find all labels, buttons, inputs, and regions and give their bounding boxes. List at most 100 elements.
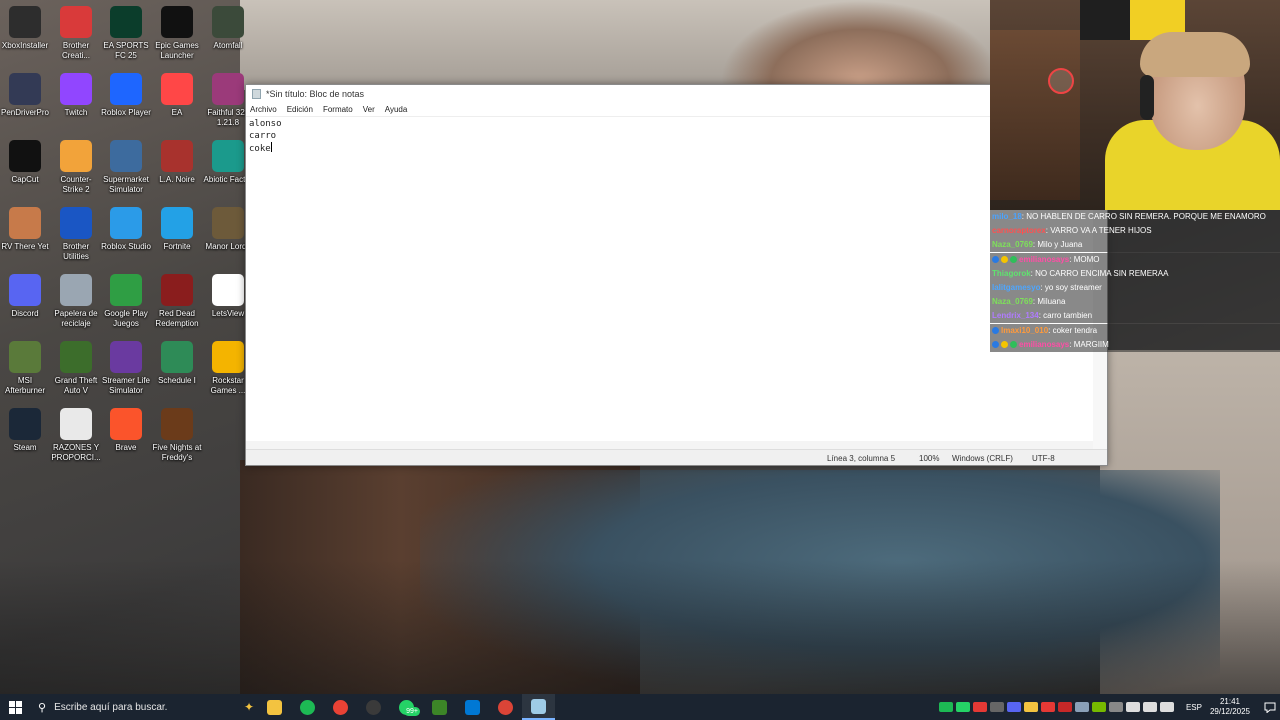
desktop-icon-la-noire[interactable]: L.A. Noire [152, 140, 202, 185]
desktop-icon-label: RV There Yet [1, 242, 49, 251]
desktop-icon-brother-utilities[interactable]: Brother Utilities [51, 207, 101, 262]
fnaf-icon [161, 408, 193, 440]
whatsapp-tray-icon[interactable] [956, 702, 971, 712]
desktop-icon-fnaf[interactable]: Five Nights at Freddy's [152, 408, 202, 463]
discord-tray-icon[interactable] [1007, 702, 1022, 712]
taskbar-app-spotify[interactable] [291, 694, 324, 720]
taskbar-app-minecraft[interactable] [423, 694, 456, 720]
desktop-icon-document[interactable]: RAZONES Y PROPORCI... [51, 408, 101, 463]
red-tray-icon[interactable] [973, 702, 988, 712]
steam-tray-icon[interactable] [1075, 702, 1090, 712]
start-button[interactable] [0, 694, 30, 720]
desktop-icon-roblox[interactable]: Roblox Player [101, 73, 151, 118]
atomfall-icon [212, 6, 244, 38]
notepad-text-area[interactable]: alonso carro coke [249, 118, 282, 155]
desktop-icon-google-play-games[interactable]: Google Play Juegos [101, 274, 151, 329]
horizontal-scrollbar[interactable] [246, 441, 1093, 449]
desktop-icon-cs2[interactable]: Counter-Strike 2 [51, 140, 101, 195]
taskbar-app-calendar[interactable] [456, 694, 489, 720]
chat-username: Thiagorok [992, 268, 1031, 278]
chat-text: NO HABLEN DE CARRO SIN REMERA. PORQUE ME… [1026, 212, 1266, 221]
desktop-icon-ea[interactable]: EA [152, 73, 202, 118]
desktop-icon-rv-there-yet[interactable]: RV There Yet [0, 207, 50, 252]
capcut-icon [9, 140, 41, 172]
twitch-icon [60, 73, 92, 105]
chat-message: emilianosays: MARGIIM [990, 337, 1280, 352]
desktop-icon-supermarket[interactable]: Supermarket Simulator [101, 140, 151, 195]
desktop-icon-capcut[interactable]: CapCut [0, 140, 50, 185]
calendar-icon [465, 699, 480, 715]
desktop-icon-red-dead[interactable]: Red Dead Redemption [152, 274, 202, 329]
notepad-icon [531, 698, 546, 714]
menu-ver[interactable]: Ver [363, 105, 375, 114]
desktop-icon-label: Brother Creati... [61, 41, 90, 60]
chat-badge-icon [992, 326, 999, 334]
app-tray-icon[interactable] [1041, 702, 1056, 712]
desktop-icon-recycle-bin[interactable]: Papelera de reciclaje [51, 274, 101, 329]
desktop-icon-label: Roblox Studio [101, 242, 151, 251]
chat-badge-icon [1001, 340, 1008, 348]
spotify-tray-icon[interactable] [939, 702, 954, 712]
chat-badge-icon [992, 340, 999, 348]
desktop-icon-label: Brother Utilities [62, 242, 90, 261]
taskbar-app-chrome[interactable] [324, 694, 357, 720]
nvidia-tray-icon[interactable] [1092, 702, 1107, 712]
search-icon: ⚲ [38, 701, 47, 714]
desktop-icon-fortnite[interactable]: Fortnite [152, 207, 202, 252]
taskbar-app-notepad[interactable] [522, 694, 555, 720]
desktop-icon-streamer-life[interactable]: Streamer Life Simulator [101, 341, 151, 396]
taskbar-app-chrome-profile[interactable] [489, 694, 522, 720]
notepad-window[interactable]: *Sin título: Bloc de notas Archivo Edici… [245, 84, 1108, 466]
taskbar-app-whatsapp[interactable]: 99+ [390, 694, 423, 720]
cam-headset [1140, 75, 1154, 120]
document-icon [60, 408, 92, 440]
desktop-icon-msi-afterburner[interactable]: MSI Afterburner [0, 341, 50, 396]
desktop-icon-label: MSI Afterburner [4, 376, 46, 395]
la-noire-icon [161, 140, 193, 172]
desktop-icon-steam[interactable]: Steam [0, 408, 50, 453]
pen-tray-icon[interactable] [1160, 702, 1175, 712]
menu-archivo[interactable]: Archivo [250, 105, 277, 114]
status-position: Línea 3, columna 5 [827, 454, 896, 463]
chat-text: VARRO VA A TENER HIJOS [1050, 226, 1152, 236]
desktop-icon-twitch[interactable]: Twitch [51, 73, 101, 118]
red-tray-icon-2[interactable] [1058, 702, 1073, 712]
taskbar-search[interactable]: ⚲ Escribe aquí para buscar. ✦ [30, 694, 258, 720]
desktop-icon-schedule-i[interactable]: Schedule I [152, 341, 202, 386]
desktop-icon-label: Papelera de reciclaje [54, 309, 98, 328]
menu-edicion[interactable]: Edición [287, 105, 313, 114]
network-tray-icon[interactable] [1126, 702, 1141, 712]
chat-username: emilianosays [1019, 254, 1070, 264]
volume-tray-icon[interactable] [1143, 702, 1158, 712]
desktop-icon-discord[interactable]: Discord [0, 274, 50, 319]
notification-center-button[interactable] [1260, 694, 1280, 720]
desktop-icon-gta-v[interactable]: Grand Theft Auto V [51, 341, 101, 396]
obs-tray-icon[interactable] [990, 702, 1005, 712]
msi-tray-icon[interactable] [1109, 702, 1124, 712]
desktop-icon-epic-games[interactable]: Epic Games Launcher [152, 6, 202, 61]
taskbar-app-file-explorer[interactable] [258, 694, 291, 720]
taskbar: ⚲ Escribe aquí para buscar. ✦ 99+ ESP 21… [0, 694, 1280, 720]
desktop-icon-brave[interactable]: Brave [101, 408, 151, 453]
desktop-icon-unreal[interactable]: PenDriverPro [0, 73, 50, 118]
language-indicator[interactable]: ESP [1186, 703, 1202, 712]
menu-ayuda[interactable]: Ayuda [385, 105, 408, 114]
desktop-icon-ea-fc[interactable]: EA SPORTS FC 25 [101, 6, 151, 61]
floor-shadow [0, 560, 1280, 700]
desktop-icon-xbox[interactable]: XboxInstaller [0, 6, 50, 51]
desktop-icon-brother-creative[interactable]: Brother Creati... [51, 6, 101, 61]
chat-badge-icon [1010, 340, 1017, 348]
desktop-icon-grid: XboxInstaller Brother Creati... EA SPORTS … [0, 0, 253, 540]
notepad-titlebar[interactable]: *Sin título: Bloc de notas [246, 85, 1107, 103]
shield-tray-icon[interactable] [1024, 702, 1039, 712]
roblox-icon [110, 73, 142, 105]
windows-icon [8, 700, 22, 714]
menu-formato[interactable]: Formato [323, 105, 353, 114]
taskbar-app-obs[interactable] [357, 694, 390, 720]
recycle-bin-icon [60, 274, 92, 306]
desktop-icon-roblox-studio[interactable]: Roblox Studio [101, 207, 151, 252]
clock[interactable]: 21:41 29/12/2025 [1210, 697, 1250, 717]
search-placeholder: Escribe aquí para buscar. [54, 701, 168, 713]
desktop-icon-label: Five Nights at Freddy's [152, 443, 202, 462]
desktop-icon-atomfall[interactable]: Atomfall [203, 6, 253, 51]
